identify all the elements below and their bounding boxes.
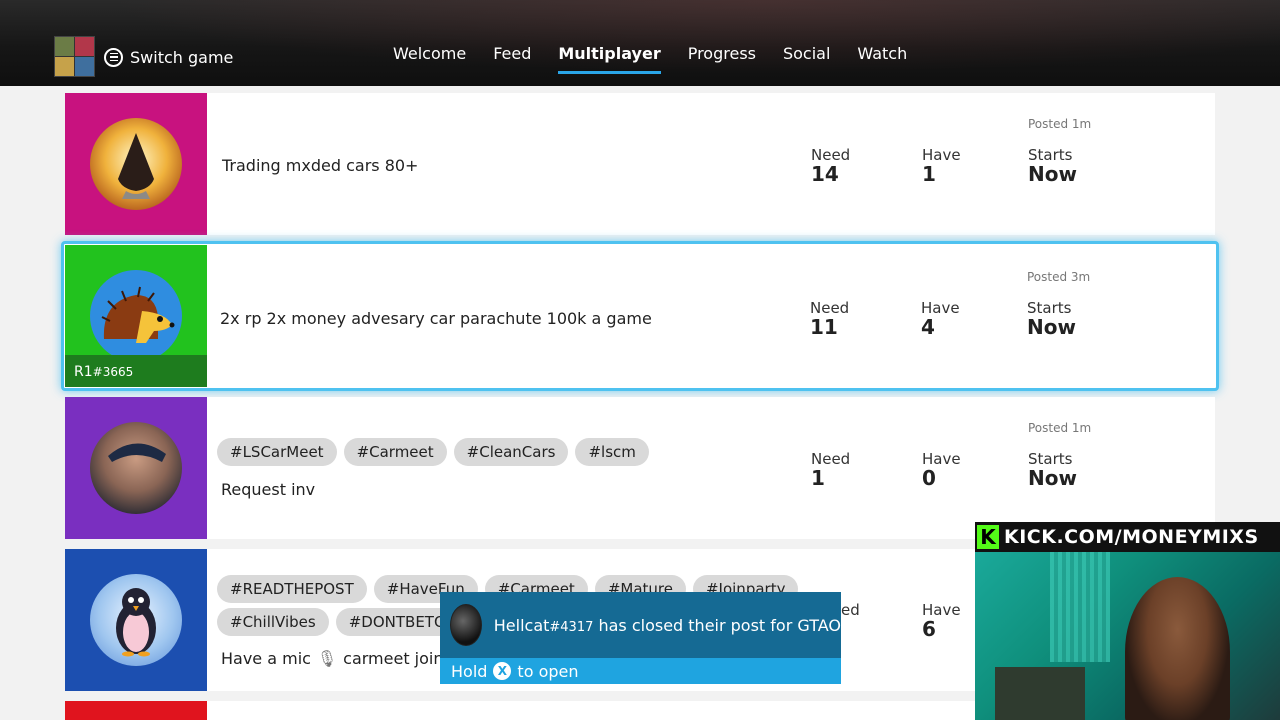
hooded-figure-icon: [90, 118, 182, 210]
gamertag-number: #3665: [92, 365, 134, 379]
posted-time: Posted 1m: [1028, 117, 1092, 131]
post-description: 2x rp 2x money advesary car parachute 10…: [220, 309, 652, 328]
toast-text: has closed their post for GTAO: [593, 615, 841, 635]
kick-logo-icon: K: [977, 525, 999, 549]
lfg-post-card[interactable]: Trading mxded cars 80+ Need 14 Have 1 St…: [65, 93, 1215, 235]
menu-icon: [104, 47, 123, 67]
webcam-overlay: [975, 552, 1280, 720]
need-stat: Need 11: [810, 299, 849, 338]
need-stat: Need 14: [811, 146, 850, 185]
hashtag-list-row2: #ChillVibes #DONTBETO: [217, 608, 459, 636]
toast-hold-label: Hold: [451, 661, 488, 681]
switch-game-button[interactable]: Switch game: [104, 46, 233, 68]
desk: [995, 667, 1085, 720]
need-value: 11: [810, 315, 838, 339]
lfg-post-card-selected[interactable]: R1#3665 2x rp 2x money advesary car para…: [61, 241, 1219, 391]
toast-body: Hellcat#4317 has closed their post for G…: [440, 592, 841, 658]
tab-watch[interactable]: Watch: [857, 44, 907, 74]
lfg-post-card[interactable]: #LSCarMeet #Carmeet #CleanCars #lscm Req…: [65, 397, 1215, 539]
kick-banner: K KICK.COM/MONEYMIXS: [975, 522, 1280, 552]
hashtag-chip[interactable]: #Carmeet: [343, 438, 447, 466]
penguin-icon: [90, 574, 182, 666]
starts-stat: Starts Now: [1027, 299, 1076, 338]
tab-progress[interactable]: Progress: [688, 44, 756, 74]
post-avatar: [65, 93, 207, 235]
tab-social[interactable]: Social: [783, 44, 830, 74]
post-description: Trading mxded cars 80+: [222, 156, 419, 175]
have-value: 4: [921, 315, 935, 339]
have-stat: Have 4: [921, 299, 960, 338]
posted-time: Posted 3m: [1027, 270, 1091, 284]
post-avatar: [65, 397, 207, 539]
tab-feed[interactable]: Feed: [493, 44, 531, 74]
starts-stat: Starts Now: [1028, 450, 1077, 489]
microphone-icon: 🎙: [316, 649, 338, 668]
hashtag-chip[interactable]: #READTHEPOST: [217, 575, 367, 603]
post-avatar: R1#3665: [65, 245, 207, 387]
gamertag-strip: R1#3665: [65, 355, 207, 387]
starts-value: Now: [1027, 315, 1076, 339]
need-label: ed: [841, 601, 860, 619]
need-stat: Need 1: [811, 450, 850, 489]
hedgehog-icon: [90, 270, 182, 362]
starts-value: Now: [1028, 466, 1077, 490]
post-avatar: [65, 549, 207, 691]
hashtag-chip[interactable]: #lscm: [575, 438, 649, 466]
game-thumbnail[interactable]: [54, 36, 95, 77]
hashtag-chip[interactable]: #ChillVibes: [217, 608, 329, 636]
notification-toast[interactable]: Hellcat#4317 has closed their post for G…: [440, 592, 841, 684]
need-value: 14: [811, 162, 839, 186]
post-description-part2: carmeet join: [343, 649, 444, 668]
top-nav: Welcome Feed Multiplayer Progress Social…: [393, 44, 907, 74]
toast-user: Hellcat: [493, 615, 550, 635]
need-value: 1: [811, 466, 825, 490]
tab-welcome[interactable]: Welcome: [393, 44, 466, 74]
have-value: 1: [922, 162, 936, 186]
person-photo-icon: [90, 422, 182, 514]
kick-url: KICK.COM/MONEYMIXS: [1004, 526, 1259, 548]
streamer: [1125, 577, 1230, 720]
toast-open-label: to open: [517, 661, 579, 681]
toast-open-action[interactable]: Hold X to open: [440, 658, 841, 684]
gamertag-name: R1: [74, 364, 93, 380]
starts-stat: Starts Now: [1028, 146, 1077, 185]
toast-avatar: [450, 604, 482, 646]
have-stat: Have 1: [922, 146, 961, 185]
have-stat: Have 0: [922, 450, 961, 489]
starts-value: Now: [1028, 162, 1077, 186]
top-bar: Switch game Welcome Feed Multiplayer Pro…: [0, 0, 1280, 86]
have-stat: Have 6: [922, 601, 961, 640]
post-description-part1: Have a mic: [221, 649, 311, 668]
posted-time: Posted 1m: [1028, 421, 1092, 435]
hashtag-chip[interactable]: #LSCarMeet: [217, 438, 337, 466]
xbox-button-icon: X: [493, 662, 512, 680]
hashtag-chip[interactable]: #CleanCars: [453, 438, 569, 466]
post-avatar: [65, 701, 207, 720]
post-description: Request inv: [221, 480, 316, 499]
need-stat: ed: [841, 601, 860, 619]
window-blinds: [1050, 552, 1110, 662]
switch-game-label: Switch game: [130, 47, 234, 67]
post-description: Have a mic 🎙 carmeet join: [221, 649, 444, 668]
tab-multiplayer[interactable]: Multiplayer: [558, 44, 662, 74]
hashtag-list: #LSCarMeet #Carmeet #CleanCars #lscm: [217, 438, 649, 466]
toast-user-number: #4317: [549, 619, 594, 635]
have-value: 6: [922, 617, 936, 641]
toast-message: Hellcat#4317 has closed their post for G…: [494, 616, 841, 635]
have-value: 0: [922, 466, 936, 490]
